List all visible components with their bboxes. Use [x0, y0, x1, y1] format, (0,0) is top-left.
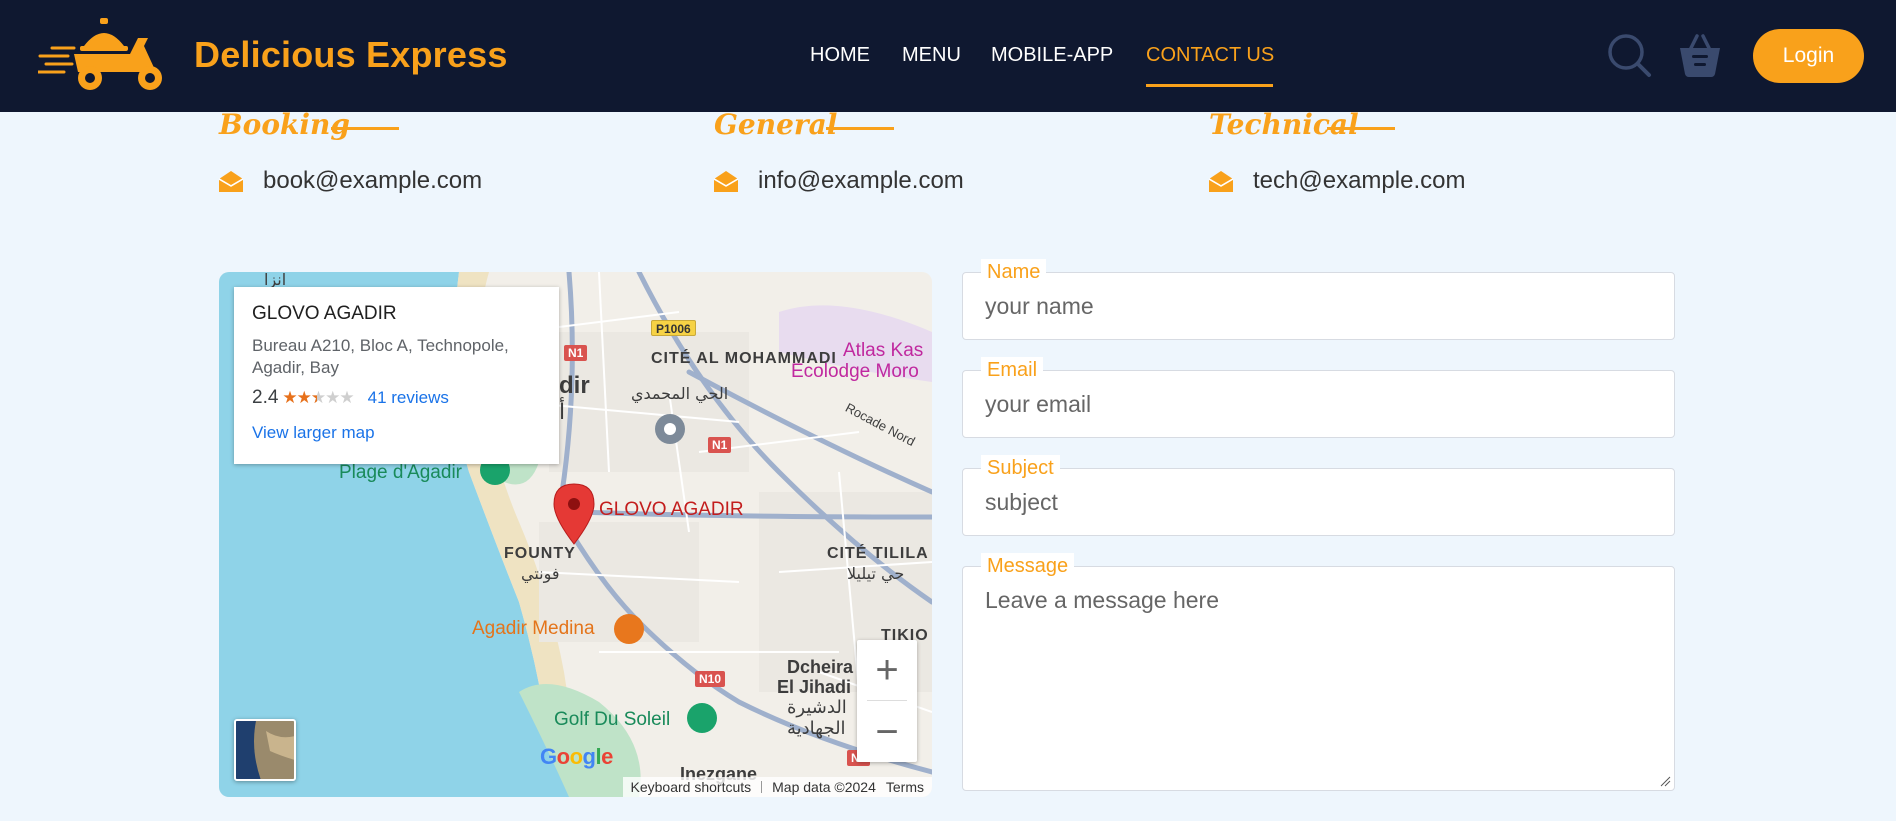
satellite-thumbnail-icon	[236, 721, 294, 779]
map-label-plage: Plage d'Agadir	[339, 462, 462, 483]
reviews-link[interactable]: 41 reviews	[368, 388, 449, 408]
name-field: Name	[962, 259, 1675, 340]
place-name: GLOVO AGADIR	[252, 303, 397, 324]
nav-home[interactable]: HOME	[810, 44, 870, 67]
subject-field: Subject	[962, 455, 1675, 536]
road-badge: P1006	[651, 320, 696, 336]
embedded-map[interactable]: CITÉ AL MOHAMMADI الحي المحمدي Atlas Kas…	[219, 272, 932, 797]
delivery-scooter-logo-icon[interactable]	[38, 18, 170, 96]
keyboard-shortcuts-link[interactable]: Keyboard shortcuts	[631, 779, 752, 795]
contact-title: General	[714, 108, 838, 141]
map-label-dcheira-ar: الدشيرة	[787, 697, 847, 718]
map-label-cite-ar: الحي المحمدي	[631, 384, 729, 403]
search-icon[interactable]	[1606, 32, 1652, 78]
map-label-agadir-ar: أ	[559, 400, 566, 425]
envelope-icon	[714, 171, 738, 192]
map-label-pin: GLOVO AGADIR	[599, 499, 744, 520]
satellite-toggle[interactable]	[234, 719, 296, 781]
contact-title: Technical	[1209, 108, 1359, 141]
map-label-dcheira: Dcheira	[787, 657, 854, 677]
zoom-in-button[interactable]: +	[857, 640, 917, 700]
place-address: Bureau A210, Bloc A, Technopole, Agadir,…	[252, 336, 509, 377]
envelope-icon	[1209, 171, 1233, 192]
road-badge: N10	[695, 671, 726, 687]
nav-menu[interactable]: MENU	[902, 44, 961, 67]
brand-name[interactable]: Delicious Express	[194, 34, 508, 76]
name-label: Name	[981, 259, 1047, 285]
contact-email-link[interactable]: tech@example.com	[1253, 167, 1465, 195]
email-field: Email	[962, 357, 1675, 438]
contact-general: General info@example.com	[714, 108, 1154, 194]
rating-score: 2.4	[252, 387, 279, 408]
nav-contact-us[interactable]: CONTACT US	[1146, 44, 1274, 67]
footer-divider	[761, 781, 763, 793]
email-label: Email	[981, 357, 1044, 383]
map-footer: Keyboard shortcuts Map data ©2024 Terms	[622, 777, 932, 797]
contact-email-link[interactable]: book@example.com	[263, 167, 482, 195]
message-textarea[interactable]	[963, 567, 1674, 790]
map-label-atlas: Atlas Kas	[843, 340, 924, 361]
title-underline	[1327, 127, 1395, 130]
map-label-founty: FOUNTY	[504, 545, 576, 562]
login-button[interactable]: Login	[1753, 29, 1864, 83]
map-label-tilila: CITÉ TILILA	[827, 545, 929, 562]
message-field: Message	[962, 553, 1675, 791]
contact-booking: Booking book@example.com	[219, 108, 659, 194]
place-rating: 2.4 ★★★★★★ 41 reviews	[252, 387, 541, 409]
active-nav-underline	[1146, 84, 1273, 87]
map-label-medina: Agadir Medina	[472, 618, 595, 639]
map-label-ecolodge: Ecolodge Moro	[791, 361, 919, 382]
zoom-controls: + −	[857, 640, 917, 762]
envelope-icon	[219, 171, 243, 192]
road-badge: N1	[564, 345, 588, 361]
resize-handle-icon[interactable]	[1659, 775, 1671, 787]
contact-title: Booking	[219, 108, 350, 141]
contact-email-link[interactable]: info@example.com	[758, 167, 964, 195]
road-badge: N1	[708, 437, 732, 453]
email-input[interactable]	[963, 371, 1674, 437]
terms-link[interactable]: Terms	[886, 779, 924, 795]
zoom-out-button[interactable]: −	[857, 702, 917, 762]
map-label-founty-ar: فونتي	[521, 564, 560, 583]
map-label-tilila-ar: حي تيليلا	[847, 564, 905, 583]
google-logo: Google	[540, 744, 613, 769]
nav-mobile-app[interactable]: MOBILE-APP	[991, 44, 1113, 67]
contact-technical: Technical tech@example.com	[1209, 108, 1649, 194]
rating-stars-icon: ★★★★★★	[282, 388, 354, 407]
zoom-divider	[867, 700, 907, 701]
shopping-basket-icon[interactable]	[1677, 32, 1723, 78]
map-label-dcheira-2: El Jihadi	[777, 677, 852, 697]
map-label-golf: Golf Du Soleil	[554, 709, 671, 730]
top-navbar: Delicious Express HOME MENU MOBILE-APP C…	[0, 0, 1896, 112]
title-underline	[331, 127, 399, 130]
map-label-dcheira-ar-2: الجهادية	[787, 718, 846, 739]
subject-label: Subject	[981, 455, 1060, 481]
message-label: Message	[981, 553, 1075, 579]
subject-input[interactable]	[963, 469, 1674, 535]
map-data-text: Map data ©2024	[772, 779, 876, 795]
name-input[interactable]	[963, 273, 1674, 339]
place-info-card: GLOVO AGADIR Bureau A210, Bloc A, Techno…	[234, 287, 559, 464]
map-label-agadir: dir	[559, 372, 590, 399]
view-larger-map-link[interactable]: View larger map	[252, 423, 541, 443]
title-underline	[826, 127, 894, 130]
